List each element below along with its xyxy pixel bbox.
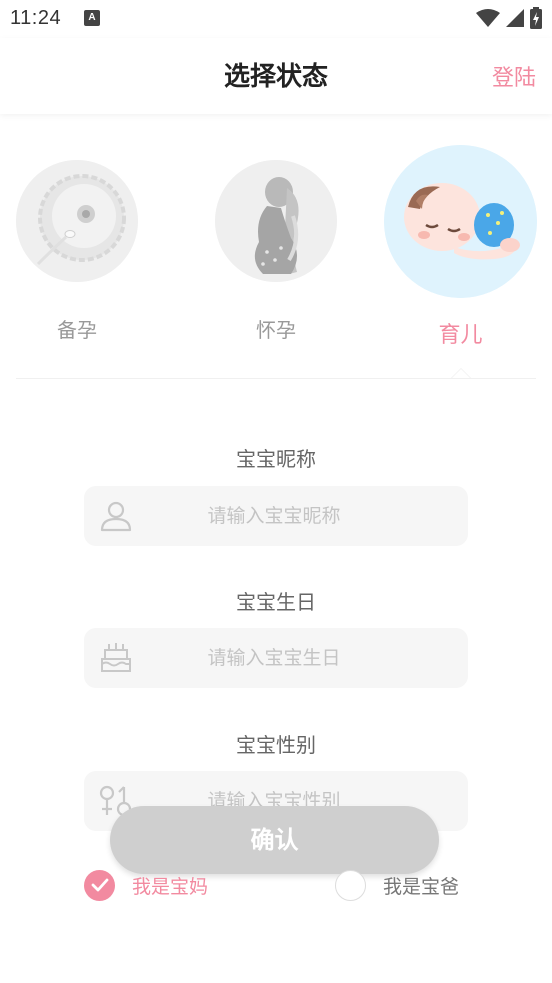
role-label: 我是宝爸 [383,875,460,898]
status-icons [476,6,542,30]
role-option-mom[interactable]: 我是宝妈 [84,869,208,901]
nickname-input[interactable] [144,486,454,546]
birthday-input[interactable] [144,628,454,688]
selected-stage-indicator [451,368,471,378]
signal-icon [506,9,524,27]
status-bar: 11:24 A [0,0,552,38]
sleeping-baby-icon [384,145,537,298]
pregnant-woman-icon [215,160,337,282]
login-button[interactable]: 登陆 [492,60,536,92]
birthday-field[interactable] [84,628,468,688]
confirm-button[interactable]: 确认 [110,806,439,874]
status-time: 11:24 [10,7,62,29]
nickname-label: 宝宝昵称 [236,447,316,471]
role-label: 我是宝妈 [132,875,209,898]
person-icon [100,501,132,532]
wifi-icon [476,9,500,27]
egg-sperm-icon [16,160,138,282]
stage-label: 怀孕 [256,318,296,342]
birthday-label: 宝宝生日 [236,590,316,614]
notification-icon: A [84,10,100,26]
gender-label: 宝宝性别 [236,733,316,757]
stage-option-parenting[interactable]: 育儿 [384,145,537,350]
stage-option-pregnant[interactable]: 怀孕 [215,160,337,350]
stage-label: 备孕 [57,318,97,342]
birthday-cake-icon [101,643,131,672]
stage-option-prepare[interactable]: 备孕 [16,160,138,350]
nickname-field[interactable] [84,486,468,546]
stage-label: 育儿 [438,323,483,348]
page-title: 选择状态 [223,62,328,92]
checkmark-icon [84,869,115,901]
radio-unchecked-icon [335,869,366,901]
role-option-dad[interactable]: 我是宝爸 [335,869,459,901]
battery-charging-icon [530,7,542,29]
divider [16,378,536,379]
header-bar: 选择状态 登陆 [0,38,552,114]
